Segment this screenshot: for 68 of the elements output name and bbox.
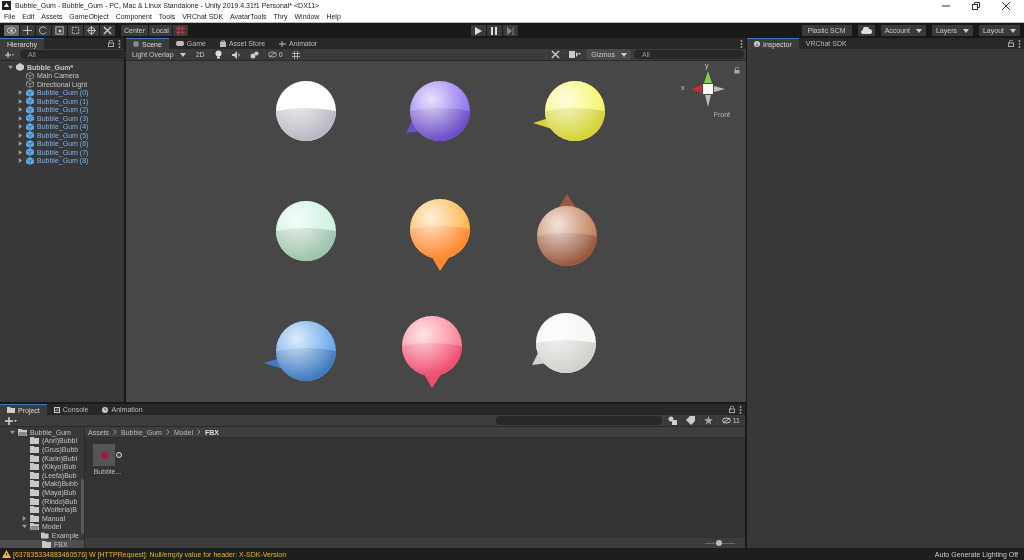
more-options-icon[interactable] [1018,39,1021,48]
bubble-drawing [406,81,470,141]
custom-tool-button[interactable] [100,25,115,36]
caret-icon [1010,28,1016,33]
rect-tool-button[interactable] [68,25,83,36]
console-icon [53,406,60,413]
grid-snap-button[interactable] [172,25,188,36]
expand-arrow-icon[interactable] [18,107,23,113]
expand-arrow-icon[interactable] [18,98,23,104]
expand-button[interactable] [116,452,122,458]
expand-arrow-icon[interactable] [22,515,27,521]
scale-tool-button[interactable] [52,25,67,36]
expand-arrow-icon[interactable] [18,149,23,155]
move-tool-button[interactable] [20,25,35,36]
rotate-tool-button[interactable] [36,25,51,36]
expand-arrow-icon[interactable] [18,158,23,164]
eye-crossed-icon [267,51,277,58]
expand-arrow-icon[interactable] [8,64,13,70]
cloud-button[interactable] [857,25,875,36]
chevron-icon [113,429,117,435]
more-options-icon[interactable] [740,39,743,48]
chevron-icon [196,429,201,435]
restore-icon[interactable] [972,1,980,10]
model-thumbnail[interactable] [93,444,115,466]
pause-button[interactable] [487,25,503,36]
add-button[interactable] [2,415,20,426]
caret-icon [962,28,969,33]
transform-tool-button[interactable] [84,25,99,36]
bubble-drawing [533,81,605,141]
bubble-drawing [402,316,462,388]
folder-icon [7,407,15,413]
grid-icon [133,41,139,47]
close-icon[interactable] [1002,1,1010,10]
more-options-icon[interactable] [739,405,742,414]
expand-arrow-icon[interactable] [18,132,23,138]
caret-icon [915,28,922,33]
bubble-drawing [537,194,597,266]
eye-crossed-icon [721,417,731,424]
lock-icon[interactable] [729,406,735,413]
expand-arrow-icon[interactable] [18,124,23,130]
gamepad-icon [175,41,184,46]
scrollbar[interactable] [81,479,84,534]
add-button[interactable] [2,49,17,60]
expand-arrow-icon[interactable] [10,429,15,435]
expand-arrow-icon[interactable] [22,524,27,530]
open-folder-icon [30,523,39,531]
expand-arrow-icon[interactable] [18,141,23,147]
expand-arrow-icon[interactable] [18,115,23,121]
bubble-drawing [276,201,336,261]
play-button[interactable] [471,25,487,36]
caret-icon [179,52,186,57]
lock-icon[interactable] [734,67,740,74]
lock-icon[interactable] [108,40,114,47]
lock-icon[interactable] [1008,40,1014,47]
step-button[interactable] [503,25,519,36]
chevron-icon [165,429,170,435]
expand-arrow-icon[interactable] [18,90,23,96]
scene-icon [16,63,24,72]
bag-icon [219,40,226,47]
caret-icon [621,52,627,57]
info-icon [754,41,760,47]
eye-tool-button[interactable] [4,25,19,36]
open-folder-icon [18,428,27,436]
more-options-icon[interactable] [118,39,121,48]
sphere-icon [100,451,108,459]
pause-icon [491,26,499,35]
bubble-drawing [410,199,470,271]
bubble-drawing [264,321,336,381]
